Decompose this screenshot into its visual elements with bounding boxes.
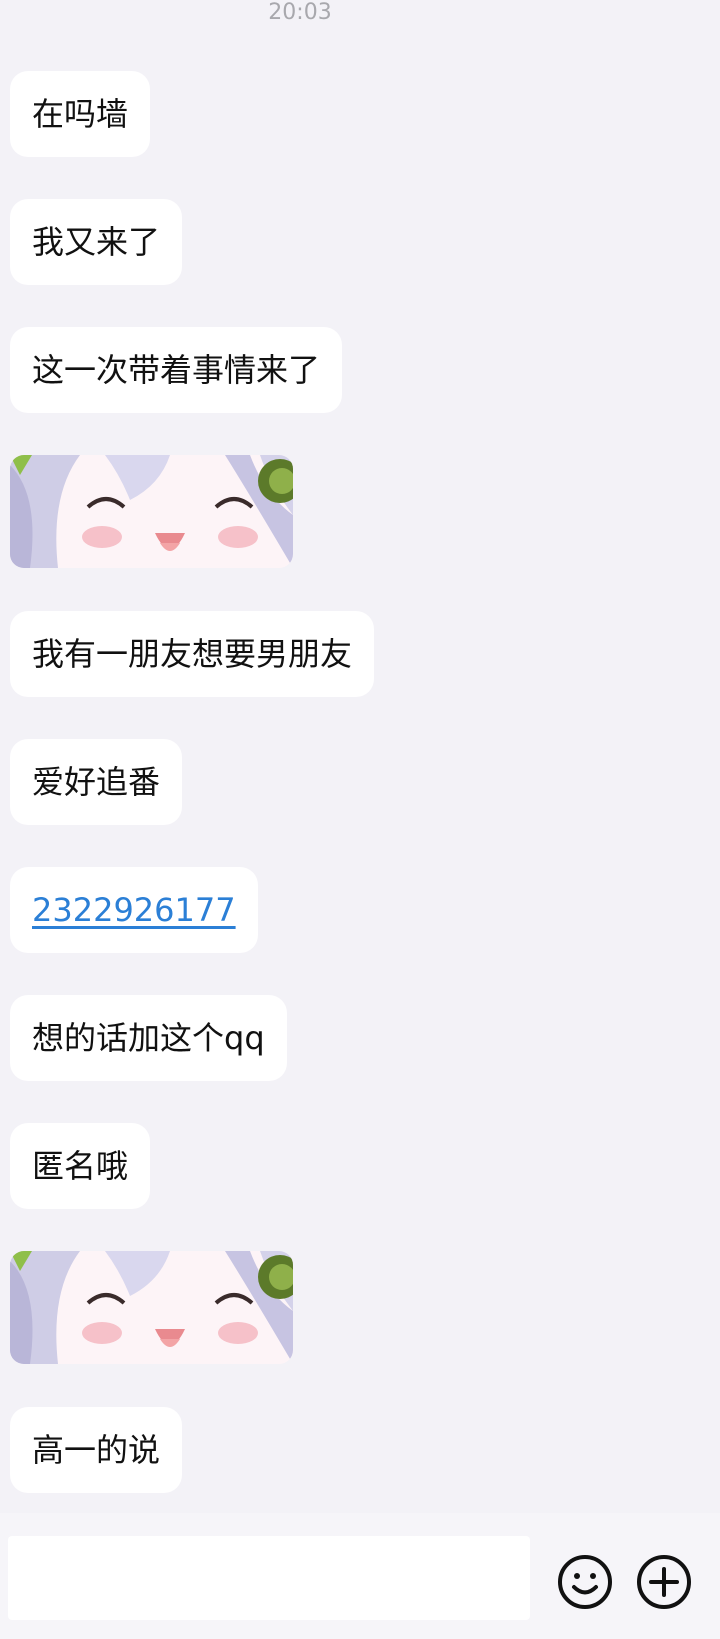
message-bubble[interactable]: 匿名哦 bbox=[10, 1123, 151, 1209]
message-text: 在吗墙 bbox=[32, 95, 129, 133]
sticker-image[interactable] bbox=[10, 455, 293, 568]
emoji-button[interactable] bbox=[556, 1553, 614, 1611]
smiley-face-icon bbox=[558, 1555, 612, 1609]
message-bubble[interactable]: 高一的说 bbox=[10, 1407, 183, 1493]
message-text: 我有一朋友想要男朋友 bbox=[32, 635, 353, 673]
add-button[interactable] bbox=[635, 1553, 693, 1611]
message-text: 想的话加这个qq bbox=[32, 1019, 265, 1057]
message-bubble[interactable]: 想的话加这个qq bbox=[10, 995, 287, 1081]
timestamp: 20:03 bbox=[268, 0, 332, 25]
chat-screen: 20:03 在吗墙 我又来了 这一次带着事情来了 我有一朋友想要男朋友 爱好追番… bbox=[0, 0, 720, 1639]
message-composer bbox=[0, 1513, 720, 1639]
qq-number-link[interactable]: 2322926177 bbox=[32, 891, 236, 929]
message-bubble[interactable]: 这一次带着事情来了 bbox=[10, 327, 343, 413]
plus-circle-icon bbox=[637, 1555, 691, 1609]
message-text: 这一次带着事情来了 bbox=[32, 351, 321, 389]
message-bubble[interactable]: 在吗墙 bbox=[10, 71, 151, 157]
message-bubble[interactable]: 爱好追番 bbox=[10, 739, 183, 825]
message-text: 高一的说 bbox=[32, 1431, 161, 1469]
smiling-anime-girl-sticker bbox=[10, 455, 293, 568]
message-text: 匿名哦 bbox=[32, 1147, 129, 1185]
message-bubble[interactable]: 我又来了 bbox=[10, 199, 183, 285]
message-text: 我又来了 bbox=[32, 223, 161, 261]
message-bubble[interactable]: 我有一朋友想要男朋友 bbox=[10, 611, 375, 697]
message-text: 爱好追番 bbox=[32, 763, 161, 801]
sticker-image[interactable] bbox=[10, 1251, 293, 1364]
smiling-anime-girl-sticker bbox=[10, 1251, 293, 1364]
message-input[interactable] bbox=[8, 1536, 530, 1620]
message-bubble[interactable]: 2322926177 bbox=[10, 867, 258, 953]
